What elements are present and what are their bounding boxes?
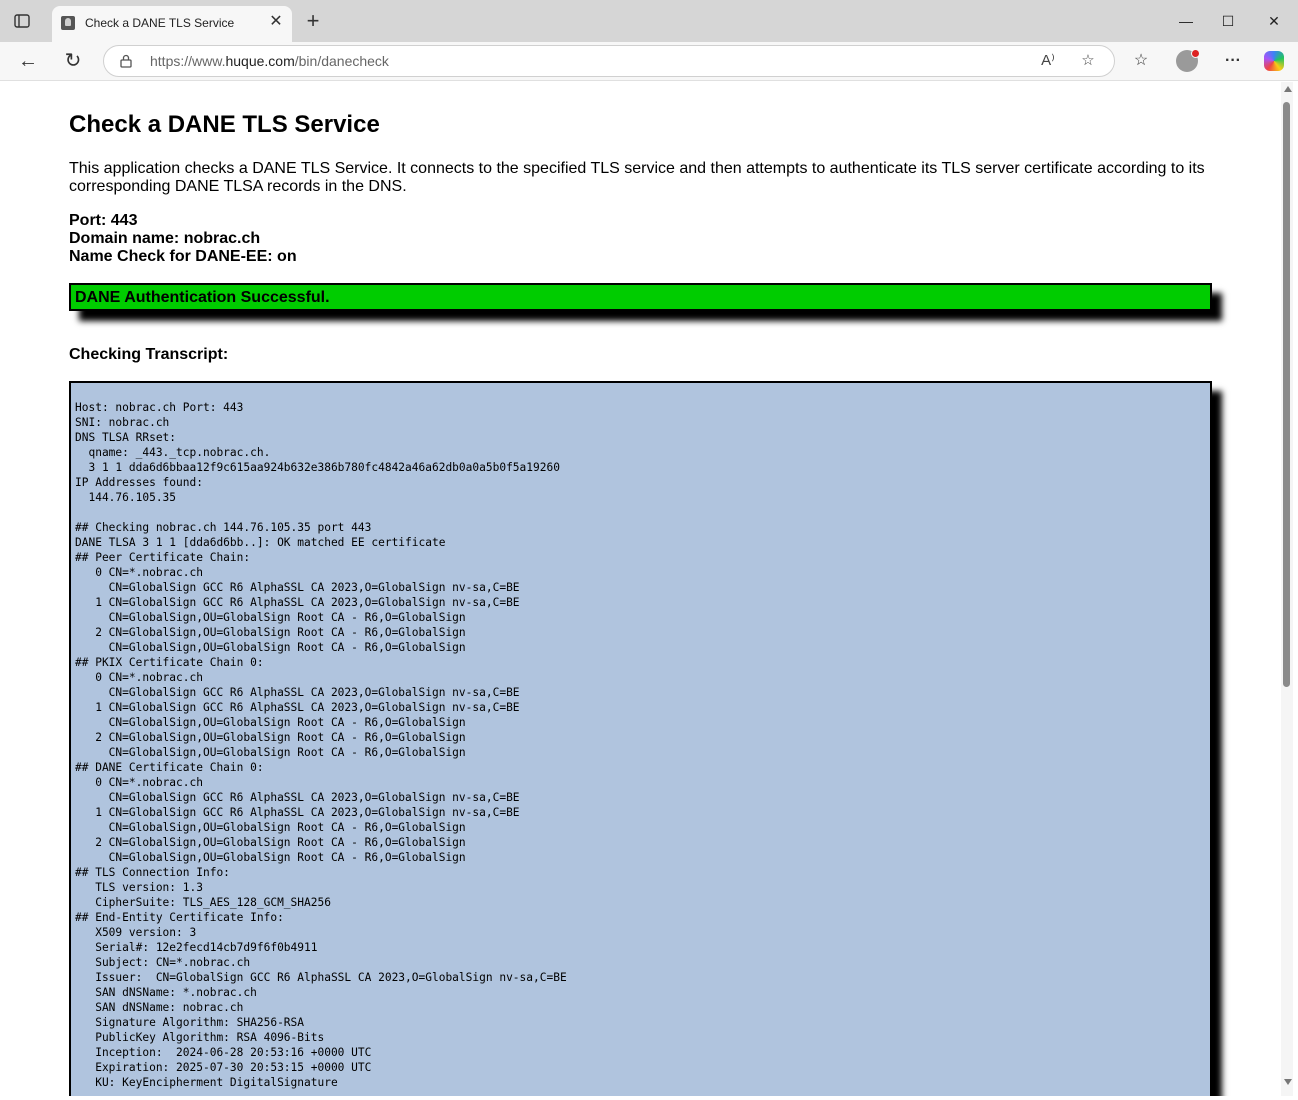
check-parameters: Port: 443 Domain name: nobrac.ch Name Ch… [69, 212, 297, 266]
status-banner: DANE Authentication Successful. [69, 283, 1212, 311]
scrollbar-thumb[interactable] [1283, 102, 1290, 687]
domain-line: Domain name: nobrac.ch [69, 230, 261, 247]
transcript-box: Host: nobrac.ch Port: 443 SNI: nobrac.ch… [69, 381, 1212, 1096]
maximize-icon[interactable]: ☐ [1213, 10, 1243, 32]
browser-titlebar: Check a DANE TLS Service ✕ + — ☐ ✕ [0, 0, 1298, 42]
profile-icon[interactable] [1176, 49, 1200, 72]
plus-icon[interactable]: + [302, 10, 324, 33]
favicon-icon [61, 16, 75, 30]
url-text[interactable]: https://www.huque.com/bin/danecheck [150, 53, 389, 69]
copilot-icon[interactable] [1264, 51, 1284, 71]
favorites-icon[interactable]: ☆ [1130, 51, 1152, 71]
page-viewport: Check a DANE TLS Service This applicatio… [5, 82, 1293, 1096]
refresh-icon[interactable]: ↻ [60, 49, 86, 73]
star-icon[interactable]: ☆ [1078, 52, 1098, 70]
page-title: Check a DANE TLS Service [69, 111, 380, 138]
address-bar[interactable]: https://www.huque.com/bin/danecheck A⁾ ☆ [103, 45, 1115, 77]
window-close-icon[interactable]: ✕ [1259, 10, 1289, 32]
intro-text: This application checks a DANE TLS Servi… [69, 160, 1205, 195]
minimize-icon[interactable]: — [1171, 10, 1201, 32]
scroll-up-icon[interactable] [1284, 86, 1292, 92]
status-text: DANE Authentication Successful. [75, 289, 330, 306]
transcript-text: Host: nobrac.ch Port: 443 SNI: nobrac.ch… [75, 401, 567, 1089]
browser-toolbar: ← ↻ https://www.huque.com/bin/danecheck … [0, 42, 1298, 81]
browser-tab[interactable]: Check a DANE TLS Service ✕ [52, 6, 292, 42]
read-aloud-icon[interactable]: A⁾ [1038, 52, 1058, 70]
more-icon[interactable]: ··· [1222, 51, 1244, 71]
close-icon[interactable]: ✕ [266, 12, 286, 32]
tab-actions-icon[interactable] [14, 14, 30, 28]
port-line: Port: 443 [69, 212, 138, 229]
scroll-down-icon[interactable] [1284, 1079, 1292, 1085]
lock-icon[interactable] [120, 54, 132, 68]
namecheck-line: Name Check for DANE-EE: on [69, 248, 297, 265]
back-arrow-icon[interactable]: ← [15, 49, 41, 73]
transcript-heading: Checking Transcript: [69, 346, 229, 363]
vertical-scrollbar[interactable] [1281, 82, 1293, 1096]
tab-title: Check a DANE TLS Service [85, 16, 235, 30]
